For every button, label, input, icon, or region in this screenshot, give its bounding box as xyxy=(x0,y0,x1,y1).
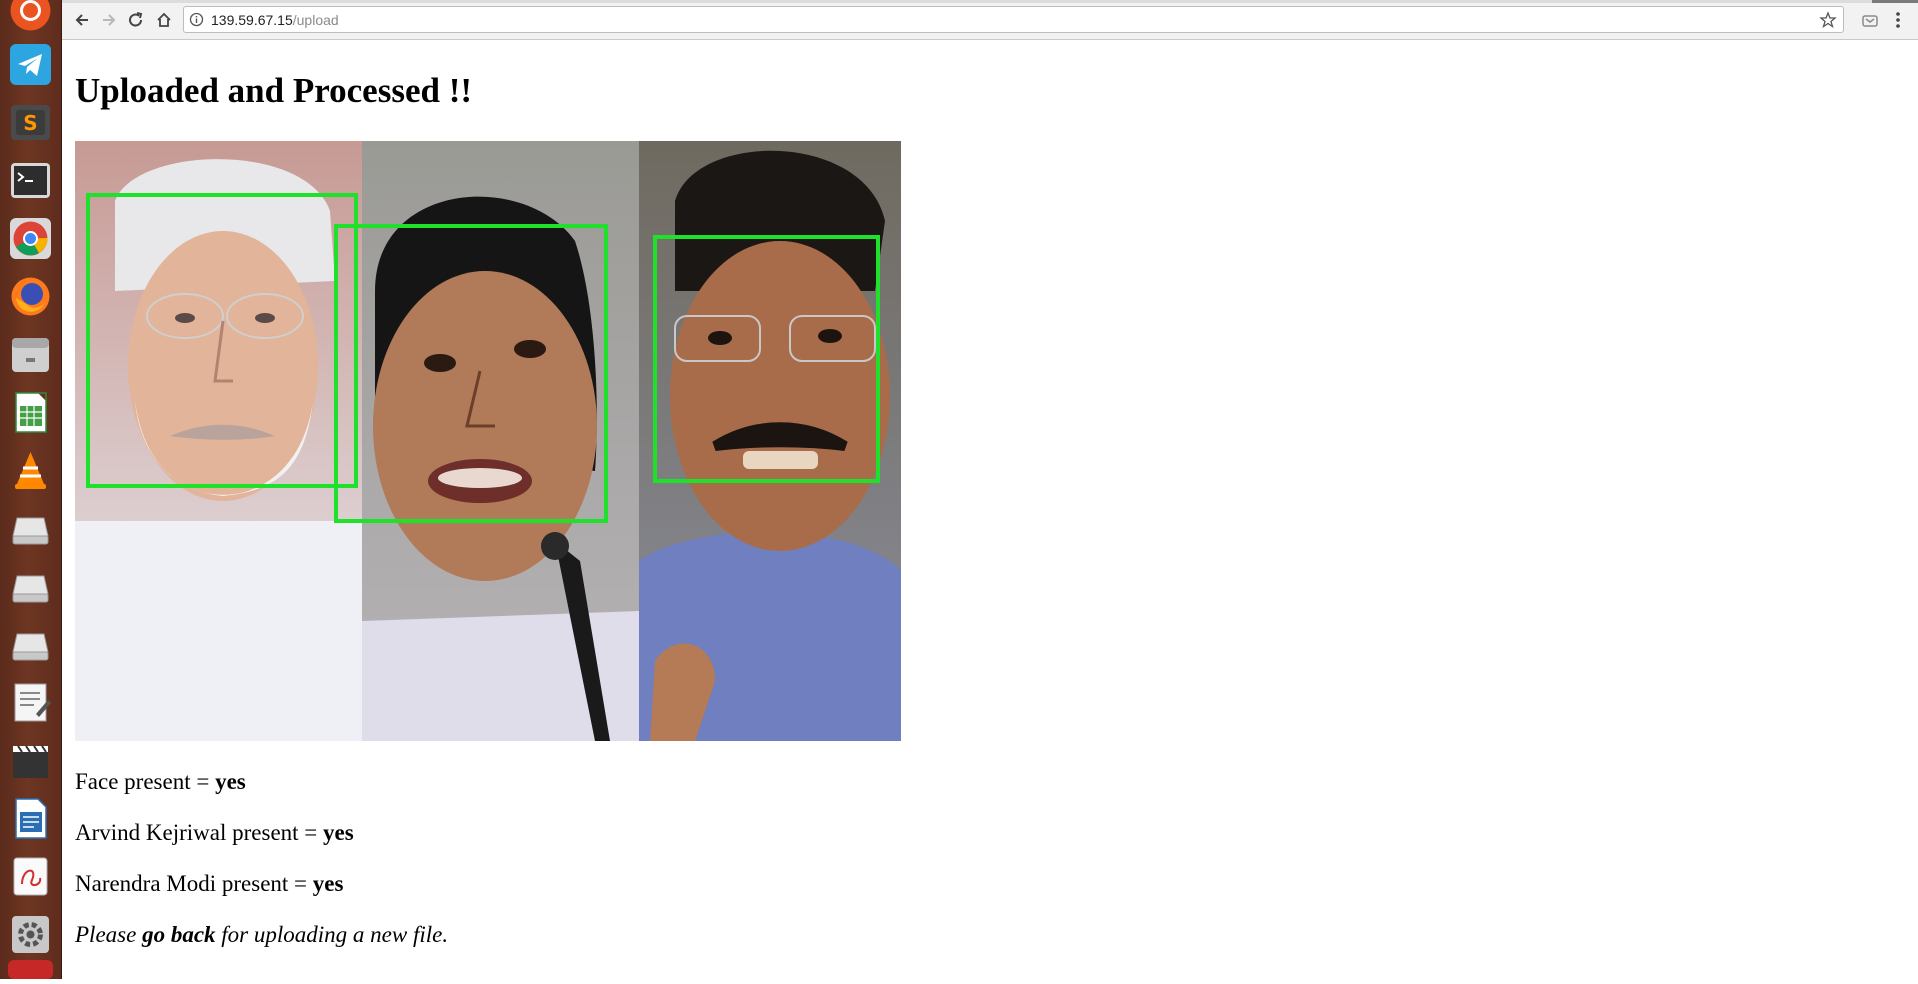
bookmark-star-icon[interactable] xyxy=(1819,11,1837,29)
drive-icon[interactable] xyxy=(6,562,55,611)
system-settings-icon[interactable] xyxy=(6,910,55,959)
result-value: yes xyxy=(312,871,344,896)
result-label: Narendra Modi present = xyxy=(75,871,313,896)
forward-icon[interactable] xyxy=(97,8,121,32)
result-face-present: Face present = yes xyxy=(75,769,246,795)
processed-image xyxy=(75,141,901,741)
extension-icon[interactable] xyxy=(1859,9,1881,31)
result-narendra-modi-present: Narendra Modi present = yes xyxy=(75,871,343,897)
note-before: Please xyxy=(75,922,143,947)
browser-toolbar: 139.59.67.15/upload xyxy=(62,0,1918,40)
ubuntu-launcher: S xyxy=(0,0,62,979)
url-path: /upload xyxy=(292,12,339,28)
panel-right-man-with-moustache xyxy=(639,141,901,741)
url-text[interactable]: 139.59.67.15/upload xyxy=(211,12,339,28)
firefox-icon[interactable] xyxy=(6,272,55,321)
note-after: for uploading a new file. xyxy=(215,922,449,947)
tab-strip xyxy=(62,0,1918,3)
chrome-icon[interactable] xyxy=(6,214,55,263)
video-editor-icon[interactable] xyxy=(6,736,55,785)
address-bar[interactable]: 139.59.67.15/upload xyxy=(183,6,1844,33)
active-tab-indicator xyxy=(1872,0,1918,3)
url-host: 139.59.67.15 xyxy=(211,12,293,28)
drive-icon[interactable] xyxy=(6,620,55,669)
terminal-icon[interactable] xyxy=(6,156,55,205)
reload-icon[interactable] xyxy=(124,8,148,32)
files-icon[interactable] xyxy=(6,330,55,379)
result-label: Arvind Kejriwal present = xyxy=(75,820,324,845)
go-back-note: Please go back for uploading a new file. xyxy=(75,922,448,948)
sublime-text-icon[interactable]: S xyxy=(6,98,55,147)
page-content: Uploaded and Processed !! Face present =… xyxy=(62,39,1918,979)
telegram-icon[interactable] xyxy=(6,40,55,89)
vlc-icon[interactable] xyxy=(6,446,55,495)
panel-middle-woman xyxy=(362,141,639,741)
panel-left-white-haired-man xyxy=(75,141,362,741)
menu-kebab-icon[interactable] xyxy=(1887,9,1909,31)
home-icon[interactable] xyxy=(152,8,176,32)
text-editor-icon[interactable] xyxy=(6,678,55,727)
back-icon[interactable] xyxy=(70,8,94,32)
result-label: Face present = xyxy=(75,769,216,794)
document-viewer-icon[interactable] xyxy=(6,852,55,901)
go-back-link[interactable]: go back xyxy=(142,922,215,947)
page-title: Uploaded and Processed !! xyxy=(75,71,473,110)
drive-icon[interactable] xyxy=(6,504,55,553)
result-value: yes xyxy=(323,820,354,845)
result-arvind-kejriwal-present: Arvind Kejriwal present = yes xyxy=(75,820,354,846)
ubuntu-dash-icon[interactable] xyxy=(6,0,55,35)
libreoffice-writer-icon[interactable] xyxy=(6,794,55,843)
libreoffice-calc-icon[interactable] xyxy=(6,388,55,437)
site-info-icon[interactable] xyxy=(189,12,204,27)
result-value: yes xyxy=(215,769,246,794)
svg-text:S: S xyxy=(23,111,37,135)
launcher-bottom-icon[interactable] xyxy=(0,958,61,979)
